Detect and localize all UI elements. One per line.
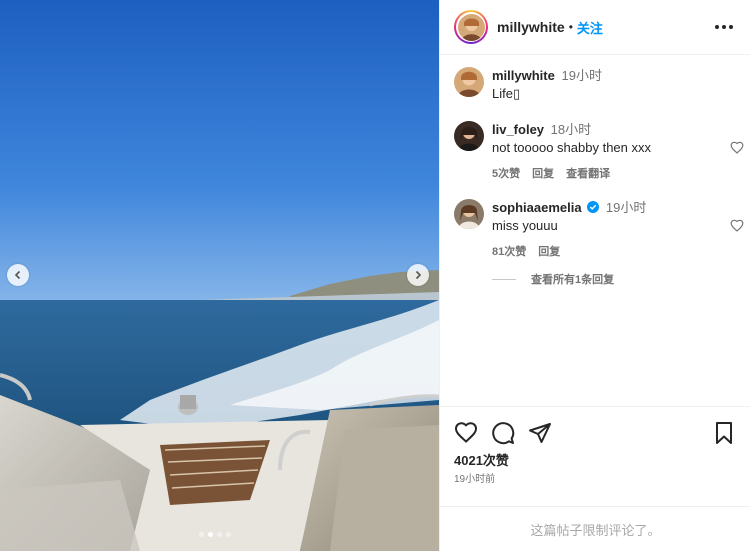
view-replies-label: 查看所有1条回复 — [531, 274, 615, 286]
comment-reply-button[interactable]: 回复 — [532, 165, 554, 181]
more-options-icon[interactable] — [715, 19, 733, 35]
carousel-dot-active — [208, 532, 213, 537]
comment-time: 18小时 — [550, 122, 592, 137]
post-header: millywhite • 关注 — [440, 0, 750, 55]
post-media[interactable] — [0, 0, 439, 551]
view-replies-button[interactable]: 查看所有1条回复 — [492, 271, 614, 287]
author-avatar-story-ring[interactable] — [454, 10, 488, 44]
comment-text: miss youuu — [492, 218, 558, 233]
caption-author-avatar[interactable] — [454, 67, 484, 97]
commenter-avatar[interactable] — [454, 121, 484, 151]
author-username[interactable]: millywhite — [497, 19, 565, 35]
carousel-indicator — [199, 532, 231, 537]
carousel-next-button[interactable] — [407, 264, 429, 286]
heart-icon[interactable] — [454, 421, 478, 445]
author-avatar — [457, 13, 485, 41]
comment-translate-button[interactable]: 查看翻译 — [566, 165, 610, 181]
comment-text: not tooooo shabby then xxx — [492, 140, 652, 155]
post-timestamp: 19小时前 — [454, 474, 496, 485]
comment-like-heart-icon[interactable] — [730, 141, 744, 155]
replies-divider — [492, 278, 516, 280]
post-likes-count[interactable]: 4021次赞 — [454, 450, 509, 469]
comment-reply-button[interactable]: 回复 — [538, 243, 560, 259]
post-actions: 4021次赞 19小时前 — [440, 406, 750, 506]
comments-section: millywhite 19小时 Life▯ liv_foley 18小时 not… — [440, 56, 750, 406]
header-separator: • — [568, 20, 573, 34]
chevron-left-icon — [14, 270, 21, 280]
chevron-right-icon — [415, 270, 422, 280]
bookmark-icon[interactable] — [712, 421, 736, 445]
carousel-prev-button[interactable] — [7, 264, 29, 286]
comment-icon[interactable] — [491, 421, 515, 445]
follow-button[interactable]: 关注 — [577, 18, 603, 37]
comment-likes-count[interactable]: 5次赞 — [492, 165, 520, 181]
comment-like-heart-icon[interactable] — [730, 219, 744, 233]
comment-username[interactable]: liv_foley — [492, 122, 544, 137]
comment-username[interactable]: sophiaaemelia — [492, 200, 582, 215]
comment-time: 19小时 — [605, 200, 647, 215]
comment-likes-count[interactable]: 81次赞 — [492, 243, 526, 259]
caption-username[interactable]: millywhite — [492, 68, 555, 83]
caption-time: 19小时 — [561, 68, 602, 83]
commenter-avatar[interactable] — [454, 199, 484, 229]
comments-limited-notice: 这篇帖子限制评论了。 — [440, 506, 750, 551]
carousel-dot — [199, 532, 204, 537]
caption-text: Life▯ — [492, 86, 521, 101]
post-photo — [0, 0, 439, 551]
carousel-dot — [226, 532, 231, 537]
verified-badge-icon — [587, 201, 600, 213]
post-side-panel: millywhite • 关注 millywhite 19小时 Life▯ li… — [439, 0, 750, 551]
send-icon[interactable] — [528, 421, 552, 445]
carousel-dot — [217, 532, 222, 537]
